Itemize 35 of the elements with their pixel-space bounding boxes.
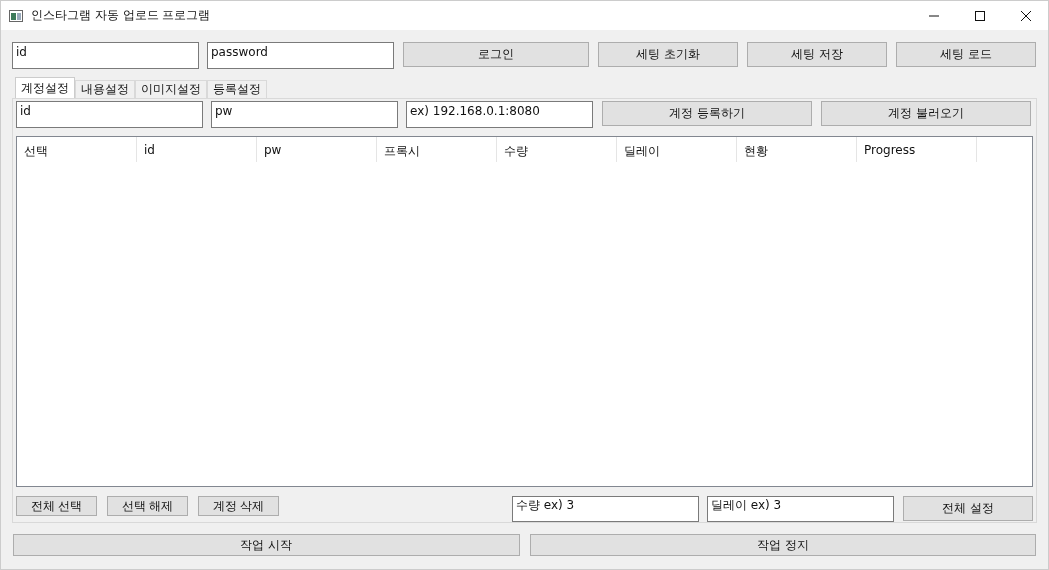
app-icon xyxy=(9,9,23,22)
id-field[interactable]: id xyxy=(16,101,203,128)
column-header[interactable]: 현황 xyxy=(737,137,857,162)
tab[interactable]: 등록설정 xyxy=(207,80,267,98)
toolbar-button[interactable]: 세팅 로드 xyxy=(896,42,1036,67)
toolbar-button[interactable]: 로그인 xyxy=(403,42,589,67)
column-header[interactable]: Progress xyxy=(857,137,977,162)
delay-field[interactable]: 딜레이 ex) 3 xyxy=(707,496,894,522)
account-button[interactable]: 계정 등록하기 xyxy=(602,101,812,126)
table-button[interactable]: 전체 선택 xyxy=(16,496,97,516)
table-button[interactable]: 계정 삭제 xyxy=(198,496,279,516)
proxy-field[interactable]: ex) 192.168.0.1:8080 xyxy=(406,101,593,128)
password-field[interactable]: pw xyxy=(211,101,398,128)
apply-all-button[interactable]: 전체 설정 xyxy=(903,496,1033,521)
count-field[interactable]: 수량 ex) 3 xyxy=(512,496,699,522)
column-header[interactable]: 수량 xyxy=(497,137,617,162)
column-header[interactable]: 프록시 xyxy=(377,137,497,162)
toolbar-button[interactable]: 세팅 저장 xyxy=(747,42,887,67)
window-title: 인스타그램 자동 업로드 프로그램 xyxy=(31,7,211,24)
tab[interactable]: 이미지설정 xyxy=(135,80,207,98)
column-header[interactable]: 딜레이 xyxy=(617,137,737,162)
account-button[interactable]: 계정 불러오기 xyxy=(821,101,1031,126)
column-header[interactable]: pw xyxy=(257,137,377,162)
password-field[interactable]: password xyxy=(207,42,394,69)
table-button[interactable]: 선택 해제 xyxy=(107,496,188,516)
maximize-icon[interactable] xyxy=(974,9,986,22)
toolbar-button[interactable]: 세팅 초기화 xyxy=(598,42,738,67)
tab[interactable]: 계정설정 xyxy=(15,77,75,98)
task-button[interactable]: 작업 정지 xyxy=(529,534,1036,556)
id-field[interactable]: id xyxy=(12,42,199,69)
column-header[interactable]: 선택 xyxy=(17,137,137,162)
task-button[interactable]: 작업 시작 xyxy=(13,534,520,556)
column-header[interactable]: id xyxy=(137,137,257,162)
tab[interactable]: 내용설정 xyxy=(75,80,135,98)
close-icon[interactable] xyxy=(1020,9,1032,22)
